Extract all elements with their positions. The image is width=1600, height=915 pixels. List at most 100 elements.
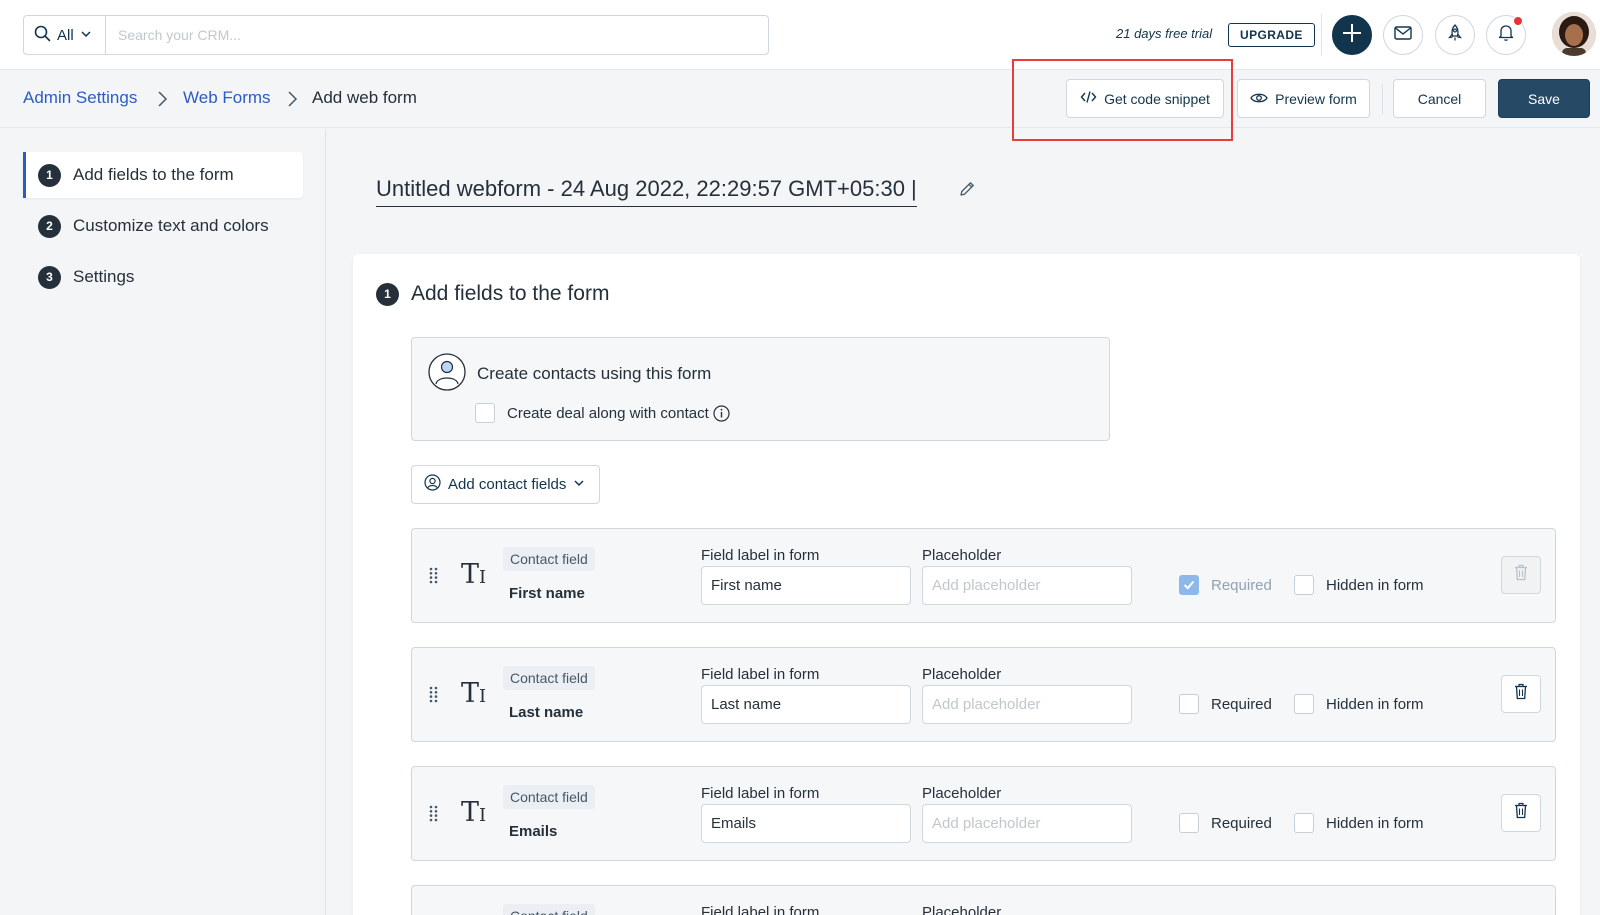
- step-label: Settings: [73, 267, 135, 286]
- create-new-button[interactable]: [1332, 15, 1372, 55]
- preview-form-button[interactable]: Preview form: [1237, 79, 1370, 118]
- hidden-checkbox[interactable]: [1294, 813, 1314, 833]
- trash-icon: [1514, 683, 1528, 705]
- search-scope-label: All: [57, 26, 74, 44]
- required-checkbox[interactable]: [1179, 694, 1199, 714]
- field-type-tag: Contact field: [503, 785, 595, 809]
- notifications-button[interactable]: [1486, 15, 1526, 55]
- delete-field-button[interactable]: [1501, 675, 1541, 713]
- required-checkbox[interactable]: [1179, 813, 1199, 833]
- code-icon: [1080, 90, 1097, 107]
- field-label-input[interactable]: [701, 804, 911, 843]
- required-label: Required: [1211, 814, 1272, 832]
- chevron-right-icon: [156, 90, 168, 113]
- chevron-down-icon: [80, 27, 92, 44]
- mail-icon: [1394, 25, 1412, 45]
- field-label-input[interactable]: [701, 566, 911, 605]
- add-contact-fields-dropdown[interactable]: Add contact fields: [411, 465, 600, 504]
- global-search: All: [23, 15, 769, 55]
- required-option: Required: [1179, 694, 1272, 714]
- required-label: Required: [1211, 576, 1272, 594]
- hidden-option: Hidden in form: [1294, 575, 1424, 595]
- breadcrumb-admin-settings[interactable]: Admin Settings: [23, 88, 137, 108]
- trash-icon: [1514, 802, 1528, 824]
- form-title[interactable]: Untitled webform - 24 Aug 2022, 22:29:57…: [376, 176, 917, 207]
- drag-handle-icon[interactable]: [429, 805, 438, 827]
- text-field-icon: TI: [461, 797, 487, 828]
- step-add-fields[interactable]: 1 Add fields to the form: [23, 152, 303, 198]
- pencil-icon[interactable]: [958, 180, 976, 203]
- placeholder-input[interactable]: [922, 566, 1132, 605]
- field-name: Emails: [509, 823, 558, 840]
- notification-dot: [1513, 16, 1523, 26]
- eye-icon: [1250, 91, 1268, 107]
- field-label-header: Field label in form: [701, 785, 820, 802]
- search-scope-dropdown[interactable]: All: [24, 16, 106, 54]
- info-icon[interactable]: [713, 404, 730, 422]
- search-icon: [34, 25, 51, 46]
- hidden-label: Hidden in form: [1326, 814, 1424, 832]
- add-contact-fields-label: Add contact fields: [448, 476, 567, 493]
- drag-handle-icon[interactable]: [429, 567, 438, 589]
- step-label: Customize text and colors: [73, 216, 269, 235]
- create-contacts-title: Create contacts using this form: [477, 364, 712, 383]
- get-code-snippet-button[interactable]: Get code snippet: [1066, 79, 1224, 118]
- step-settings[interactable]: 3 Settings: [23, 254, 303, 300]
- cancel-button[interactable]: Cancel: [1393, 79, 1486, 118]
- step-number: 1: [38, 163, 61, 187]
- placeholder-input[interactable]: [922, 685, 1132, 724]
- field-name: Last name: [509, 704, 584, 721]
- mail-button[interactable]: [1383, 15, 1423, 55]
- breadcrumb-current: Add web form: [312, 88, 417, 107]
- field-row-partial: Contact field Field label in form Placeh…: [411, 885, 1556, 915]
- save-button[interactable]: Save: [1498, 79, 1590, 118]
- search-input[interactable]: [106, 16, 768, 54]
- trial-text: 21 days free trial: [1116, 26, 1213, 41]
- avatar-image: [1552, 12, 1596, 56]
- hidden-checkbox[interactable]: [1294, 694, 1314, 714]
- field-label-header: Field label in form: [701, 904, 820, 915]
- plus-icon: [1341, 22, 1363, 49]
- user-avatar[interactable]: [1552, 12, 1596, 56]
- required-option: Required: [1179, 575, 1272, 595]
- upgrade-button[interactable]: UPGRADE: [1228, 23, 1315, 47]
- bell-icon: [1497, 23, 1515, 47]
- trash-icon: [1514, 564, 1528, 586]
- section-title-label: Add fields to the form: [411, 282, 610, 305]
- placeholder-header: Placeholder: [922, 547, 1002, 564]
- text-field-icon: TI: [461, 559, 487, 590]
- field-label-header: Field label in form: [701, 547, 820, 564]
- hidden-checkbox[interactable]: [1294, 575, 1314, 595]
- chevron-down-icon: [573, 476, 585, 493]
- create-contacts-panel: Create contacts using this form Create d…: [411, 337, 1110, 441]
- field-label-header: Field label in form: [701, 666, 820, 683]
- create-deal-option: Create deal along with contact: [475, 403, 730, 423]
- step-number: 3: [38, 265, 61, 289]
- checkmark-icon: [1183, 580, 1195, 590]
- delete-field-button[interactable]: [1501, 794, 1541, 832]
- drag-handle-icon[interactable]: [429, 686, 438, 708]
- step-customize[interactable]: 2 Customize text and colors: [23, 203, 303, 249]
- field-type-tag: Contact field: [503, 904, 595, 915]
- step-number: 2: [38, 214, 61, 238]
- text-field-icon: TI: [461, 678, 487, 709]
- onboarding-button[interactable]: [1435, 15, 1475, 55]
- delete-field-button: [1501, 556, 1541, 594]
- user-circle-icon: [424, 474, 441, 495]
- create-deal-checkbox[interactable]: [475, 403, 495, 423]
- required-label: Required: [1211, 695, 1272, 713]
- preview-form-label: Preview form: [1275, 90, 1357, 107]
- section-number: 1: [376, 282, 399, 306]
- field-label-input[interactable]: [701, 685, 911, 724]
- placeholder-header: Placeholder: [922, 666, 1002, 683]
- field-type-tag: Contact field: [503, 666, 595, 690]
- required-checkbox[interactable]: [1179, 575, 1199, 595]
- field-row-emails: TI Contact field Emails Field label in f…: [411, 766, 1556, 861]
- placeholder-input[interactable]: [922, 804, 1132, 843]
- breadcrumb-web-forms[interactable]: Web Forms: [183, 88, 271, 108]
- hidden-label: Hidden in form: [1326, 695, 1424, 713]
- hidden-option: Hidden in form: [1294, 813, 1424, 833]
- rocket-icon: [1447, 23, 1463, 47]
- divider: [1321, 14, 1322, 56]
- section-title: 1 Add fields to the form: [376, 282, 609, 306]
